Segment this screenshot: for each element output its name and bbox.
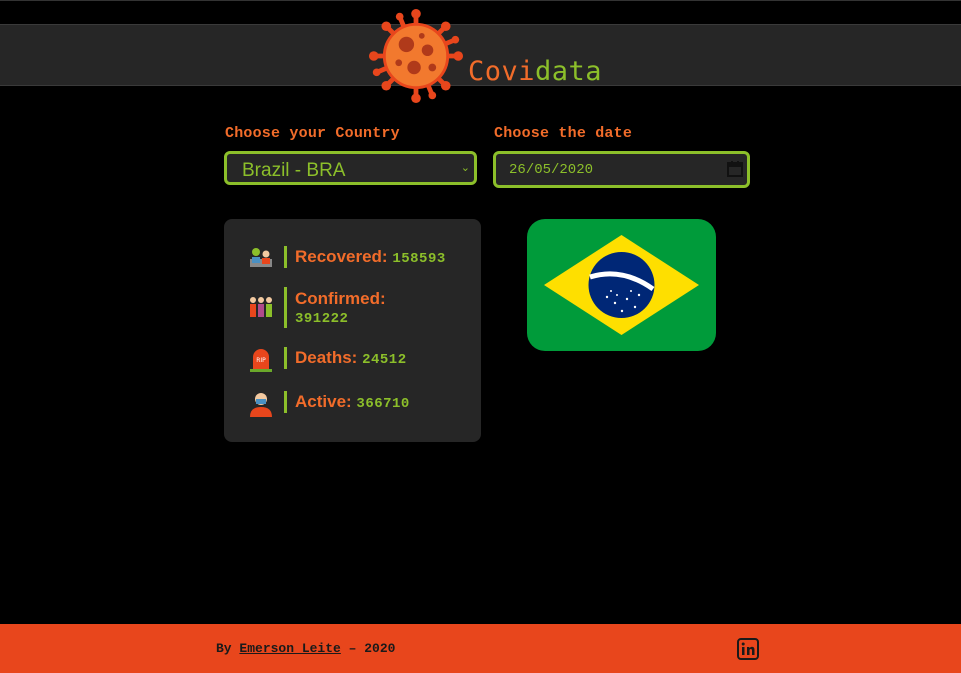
brazil-flag-icon	[527, 219, 716, 351]
recovered-line: Recovered: 158593	[295, 247, 446, 267]
active-line: Active: 366710	[295, 392, 410, 412]
deaths-value: 24512	[362, 352, 407, 368]
separator	[284, 287, 287, 328]
confirmed-people-icon	[250, 297, 272, 317]
stats-panel: Recovered: 158593 Confirmed: 391222 RIP …	[224, 219, 481, 442]
masked-person-icon	[250, 393, 272, 417]
confirmed-label: Confirmed:	[295, 289, 386, 308]
brand-part-covi: Covi	[468, 56, 536, 87]
virus-icon	[368, 8, 464, 104]
recovered-people-icon	[250, 248, 272, 267]
calendar-icon[interactable]	[726, 160, 744, 178]
deaths-line: Deaths: 24512	[295, 348, 407, 368]
brand-part-data: data	[535, 56, 603, 87]
footer-by: By	[216, 641, 232, 656]
deaths-label: Deaths:	[295, 348, 358, 367]
recovered-label: Recovered:	[295, 247, 388, 266]
tombstone-icon: RIP	[250, 349, 272, 372]
footer-year: – 2020	[348, 641, 396, 656]
top-border	[0, 0, 961, 1]
author-link[interactable]: Emerson Leite	[239, 641, 340, 656]
app-footer: By Emerson Leite – 2020	[0, 624, 961, 673]
linkedin-icon[interactable]	[737, 638, 759, 660]
date-input[interactable]: 26/05/2020	[493, 151, 750, 188]
svg-text:RIP: RIP	[256, 357, 266, 364]
country-flag	[527, 219, 716, 351]
chevron-down-icon: ⌄	[460, 162, 470, 174]
app-header: Covidata	[0, 8, 961, 104]
recovered-value: 158593	[392, 251, 446, 267]
active-value: 366710	[356, 396, 410, 412]
footer-credit: By Emerson Leite – 2020	[216, 641, 395, 656]
separator	[284, 246, 287, 268]
separator	[284, 391, 287, 413]
date-label: Choose the date	[494, 125, 633, 142]
date-input-value: 26/05/2020	[509, 162, 594, 178]
app-brand[interactable]: Covidata	[468, 56, 602, 87]
country-label: Choose your Country	[225, 125, 400, 142]
country-select-value: Brazil - BRA	[242, 160, 346, 181]
confirmed-value: 391222	[295, 311, 349, 327]
country-select[interactable]: Brazil - BRA ⌄	[224, 151, 477, 185]
active-label: Active:	[295, 392, 352, 411]
separator	[284, 347, 287, 369]
